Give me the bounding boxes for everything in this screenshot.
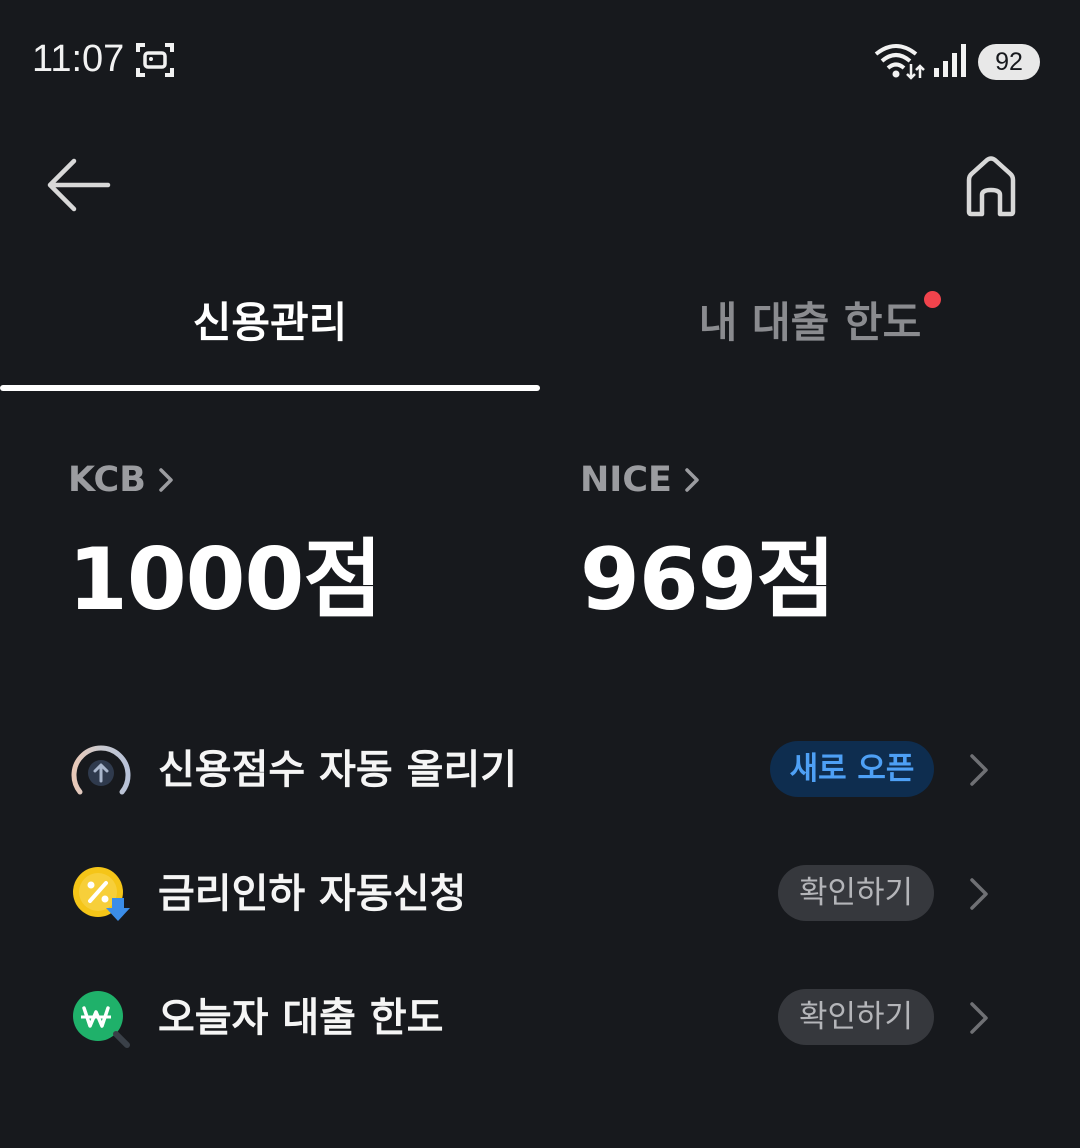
wifi-icon [874, 44, 925, 80]
service-label: 금리인하 자동신청 [158, 871, 467, 917]
chevron-right-icon [159, 468, 173, 492]
kcb-label-row[interactable]: KCB [68, 455, 528, 505]
chevron-right-icon [685, 468, 699, 492]
chevron-right-icon[interactable] [966, 750, 992, 790]
kcb-agency-label: KCB [68, 460, 146, 500]
tab-credit-management[interactable]: 신용관리 [0, 270, 540, 395]
notification-dot [924, 291, 941, 308]
kcb-score-card[interactable]: KCB 1000점 [68, 455, 528, 635]
check-badge[interactable]: 확인하기 [778, 865, 934, 921]
chevron-right-icon[interactable] [966, 998, 992, 1038]
nav-bar [0, 140, 1080, 230]
back-arrow-icon[interactable] [40, 152, 120, 218]
battery-indicator: 92 [978, 44, 1040, 80]
home-icon[interactable] [956, 150, 1026, 220]
rate-discount-icon [73, 867, 130, 921]
nice-score-value: 969점 [580, 530, 836, 630]
status-time: 11:07 [32, 38, 125, 80]
won-search-icon [73, 991, 130, 1048]
new-open-badge[interactable]: 새로 오픈 [770, 741, 934, 797]
status-bar: 11:07 92 [0, 0, 1080, 120]
kcb-score-value: 1000점 [68, 530, 382, 630]
tab-bar: 신용관리 내 대출 한도 [0, 270, 1080, 395]
screenshot-icon [136, 43, 174, 77]
list-item-rate-cut-request[interactable]: 금리인하 자동신청 확인하기 [0, 834, 1080, 954]
service-label: 오늘자 대출 한도 [158, 995, 444, 1041]
nice-label-row[interactable]: NICE [580, 455, 1040, 505]
tab-my-loan-limit[interactable]: 내 대출 한도 [540, 270, 1080, 395]
nice-agency-label: NICE [580, 460, 672, 500]
check-badge[interactable]: 확인하기 [778, 989, 934, 1045]
signal-icon [934, 44, 966, 77]
active-tab-indicator [0, 385, 540, 391]
service-label: 신용점수 자동 올리기 [158, 747, 518, 793]
list-item-today-loan-limit[interactable]: 오늘자 대출 한도 확인하기 [0, 958, 1080, 1078]
list-item-auto-credit-boost[interactable]: 신용점수 자동 올리기 새로 오픈 [0, 710, 1080, 830]
gauge-up-icon [71, 745, 131, 795]
nice-score-card[interactable]: NICE 969점 [580, 455, 1040, 635]
chevron-right-icon[interactable] [966, 874, 992, 914]
